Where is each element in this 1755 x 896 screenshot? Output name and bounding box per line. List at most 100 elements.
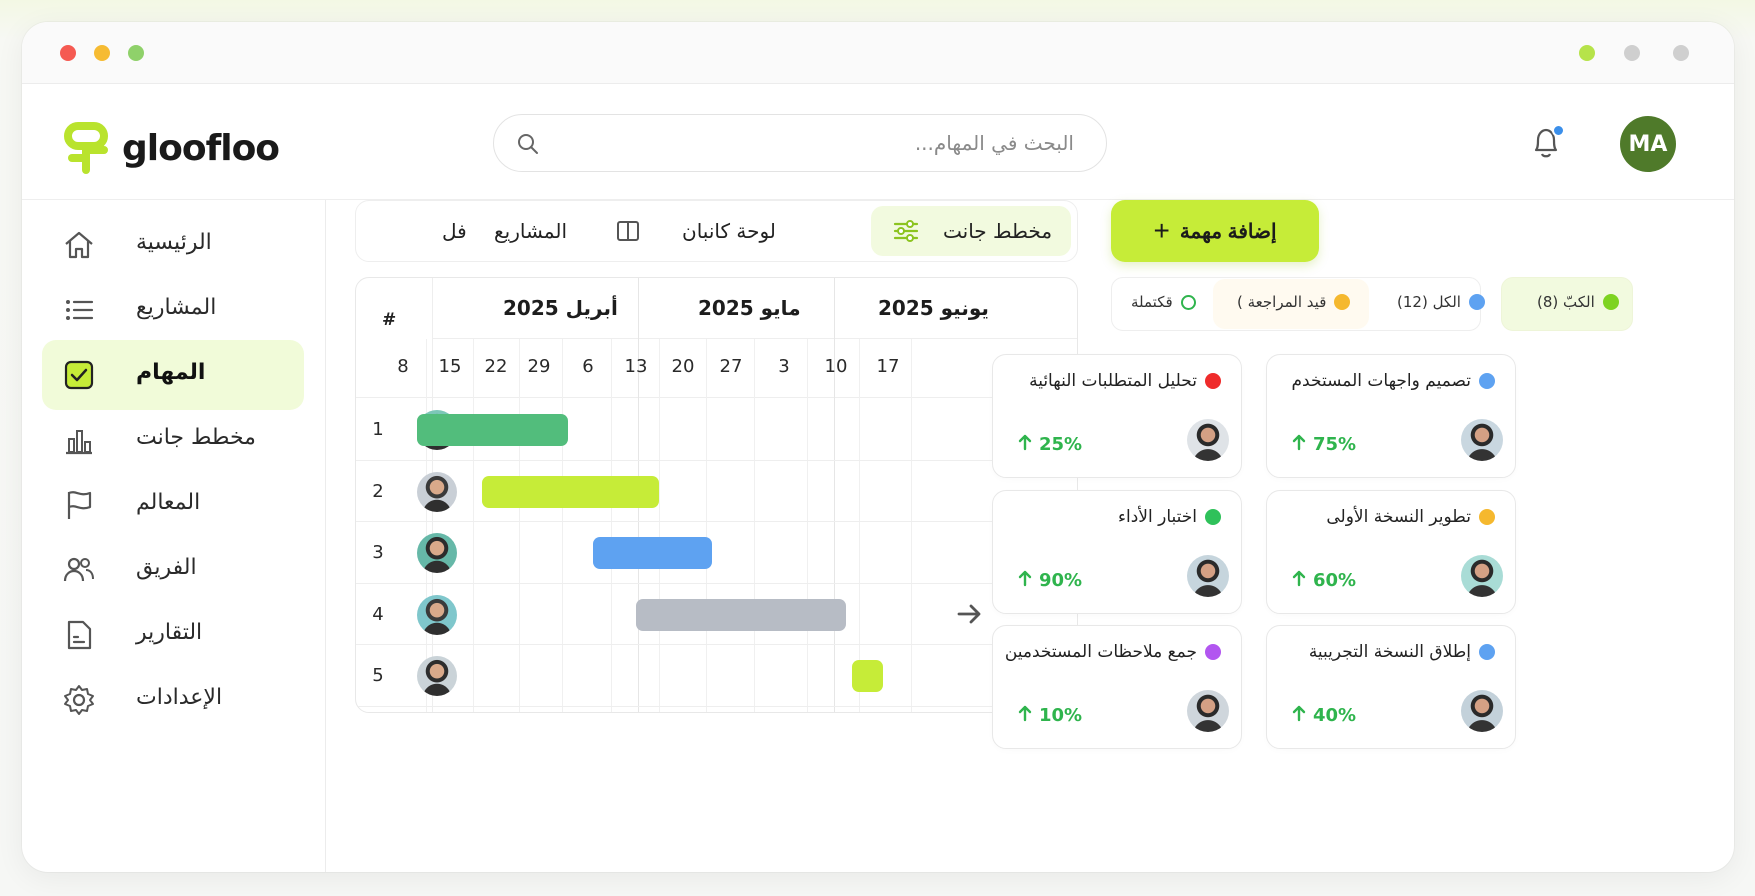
task-card[interactable]: إطلاق النسخة التجريبية 40% [1266, 625, 1516, 749]
day-tick-label: 13 [624, 356, 648, 377]
list-icon [66, 300, 94, 320]
day-tick-label: 29 [527, 356, 551, 377]
sidebar-item-label: مخطط جانت [136, 425, 256, 450]
sidebar-item-milestones[interactable]: المعالم [42, 470, 304, 540]
view-tabs: مخطط جانت لوحة كانبان المشاريع فل [355, 200, 1078, 262]
task-status-dot [1479, 509, 1495, 525]
gantt-task-bar[interactable] [417, 414, 568, 446]
gantt-task-bar[interactable] [482, 476, 659, 508]
sidebar-item-label: الرئيسية [136, 230, 212, 255]
day-tick-label: 15 [438, 356, 462, 377]
tab-more[interactable]: فل [438, 206, 478, 256]
sidebar-item-projects[interactable]: المشاريع [42, 275, 304, 345]
assignee-avatar[interactable] [1187, 690, 1229, 732]
task-card[interactable]: جمع ملاحظات المستخدمين 10% [992, 625, 1242, 749]
task-card[interactable]: تطوير النسخة الأولى 60% [1266, 490, 1516, 614]
search-bar[interactable] [493, 114, 1107, 172]
task-card[interactable]: تصميم واجهات المستخدم 75% [1266, 354, 1516, 478]
tab-kanban[interactable]: لوحة كانبان [616, 206, 856, 256]
search-icon[interactable] [516, 132, 540, 160]
filter-label: قكتملة [1131, 293, 1173, 311]
task-status-dot [1205, 373, 1221, 389]
task-status-dot [1479, 373, 1495, 389]
sidebar-item-team[interactable]: الفريق [42, 535, 304, 605]
close-window-dot[interactable] [60, 45, 76, 61]
task-progress-value: 75% [1313, 434, 1357, 455]
top-header: gloofloo MA [22, 84, 1734, 200]
tab-label: المشاريع [494, 219, 568, 243]
flag-icon [67, 491, 92, 519]
tab-projects[interactable]: المشاريع [486, 206, 596, 256]
status-dot-gray [1624, 45, 1640, 61]
plus-icon: + [1153, 215, 1170, 246]
task-card[interactable]: اختبار الأداء 90% [992, 490, 1242, 614]
task-status-dot [1205, 644, 1221, 660]
sidebar: الرئيسية المشاريع المهام مخطط جانت المعا… [22, 200, 326, 872]
sidebar-item-reports[interactable]: التقارير [42, 600, 304, 670]
gloofloo-logo-icon [64, 122, 108, 174]
filter-all[interactable]: الكل (12) [1397, 293, 1485, 311]
filter-dot [1334, 294, 1351, 310]
window-titlebar [22, 22, 1734, 84]
task-progress-value: 90% [1039, 570, 1083, 591]
assignee-avatar[interactable] [417, 656, 457, 696]
assignee-avatar[interactable] [1461, 555, 1503, 597]
task-progress-value: 40% [1313, 705, 1357, 726]
assignee-avatar[interactable] [1187, 419, 1229, 461]
assignee-avatar[interactable] [417, 472, 457, 512]
app-name: gloofloo [122, 127, 280, 169]
filter-dot [1468, 294, 1485, 310]
assignee-avatar[interactable] [1461, 419, 1503, 461]
task-progress-value: 60% [1313, 570, 1357, 591]
app-logo[interactable]: gloofloo [64, 118, 280, 178]
assignee-avatar[interactable] [1187, 555, 1229, 597]
sidebar-item-gantt[interactable]: مخطط جانت [42, 405, 304, 475]
gantt-task-bar[interactable] [593, 537, 712, 569]
assignee-avatar[interactable] [417, 533, 457, 573]
day-tick-label: 3 [778, 356, 790, 377]
arrow-right-icon[interactable] [956, 602, 984, 626]
tab-label: فل [442, 219, 467, 243]
filter-label: قيد المراجعة ) [1237, 293, 1327, 311]
sidebar-item-tasks[interactable]: المهام [42, 340, 304, 410]
checkbox-icon [64, 360, 94, 390]
tab-label: مخطط جانت [943, 219, 1053, 243]
task-title: تطوير النسخة الأولى [1326, 507, 1471, 527]
row-number-header: # [382, 310, 397, 330]
filter-my-tasks[interactable]: الكبّ (8) [1537, 293, 1619, 311]
task-card[interactable]: تحليل المتطلبات النهائية 25% [992, 354, 1242, 478]
month-april: أبريل 2025 [503, 296, 618, 320]
task-title-row: إطلاق النسخة التجريبية [1309, 642, 1495, 662]
status-filters: الكبّ (8) الكل (12) قيد المراجعة ) قكتمل… [1111, 277, 1734, 331]
task-title: جمع ملاحظات المستخدمين [1004, 642, 1197, 662]
notification-badge [1552, 124, 1565, 137]
task-progress: 90% [1017, 569, 1082, 592]
search-input[interactable] [554, 125, 1074, 161]
assignee-avatar[interactable] [417, 595, 457, 635]
sidebar-item-settings[interactable]: الإعدادات [42, 665, 304, 735]
tab-gantt[interactable]: مخطط جانت [871, 206, 1071, 256]
task-title-row: اختبار الأداء [1118, 507, 1221, 527]
filter-label: الكل (12) [1397, 293, 1461, 311]
day-tick-label: 20 [671, 356, 695, 377]
gantt-task-bar[interactable] [636, 599, 846, 631]
minimize-window-dot[interactable] [94, 45, 110, 61]
add-task-button[interactable]: + إضافة مهمة [1111, 200, 1319, 262]
app-window: gloofloo MA الرئيسية المشاريع المهام [22, 22, 1734, 872]
task-title: تحليل المتطلبات النهائية [1029, 371, 1197, 391]
day-tick-label: 8 [397, 356, 409, 377]
row-number: 4 [372, 604, 384, 625]
status-dot-green [1579, 45, 1595, 61]
user-avatar[interactable]: MA [1620, 116, 1676, 172]
arrow-up-icon [1017, 433, 1033, 456]
sliders-icon [893, 220, 919, 242]
task-title: اختبار الأداء [1118, 507, 1197, 527]
sidebar-item-label: المشاريع [136, 295, 217, 320]
sidebar-item-home[interactable]: الرئيسية [42, 210, 304, 280]
filter-completed[interactable]: قكتملة [1131, 293, 1196, 311]
assignee-avatar[interactable] [1461, 690, 1503, 732]
task-title: تصميم واجهات المستخدم [1291, 371, 1471, 391]
gantt-task-bar[interactable] [852, 660, 883, 692]
maximize-window-dot[interactable] [128, 45, 144, 61]
filter-in-review[interactable]: قيد المراجعة ) [1237, 293, 1351, 311]
